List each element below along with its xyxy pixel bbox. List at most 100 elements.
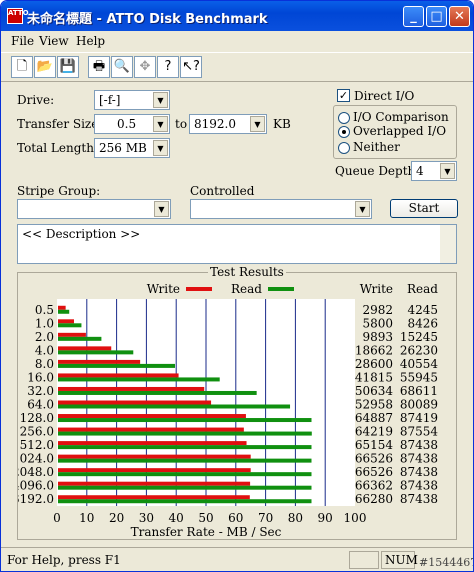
read-value: 4245 bbox=[407, 303, 438, 317]
x-tick-label: 90 bbox=[318, 511, 333, 525]
read-bar bbox=[58, 458, 312, 463]
chevron-down-icon[interactable]: ▼ bbox=[153, 92, 168, 108]
stripe-group-label: Stripe Group: bbox=[17, 184, 101, 198]
read-bar bbox=[58, 390, 257, 395]
x-tick-label: 0 bbox=[53, 511, 61, 525]
read-value: 87438 bbox=[400, 452, 438, 466]
move-icon[interactable]: ✥ bbox=[134, 56, 156, 78]
maximize-button[interactable]: □ bbox=[426, 6, 447, 27]
print-preview-icon[interactable]: 🔍 bbox=[111, 56, 133, 78]
total-length-label: Total Length: bbox=[17, 141, 98, 155]
write-bar bbox=[58, 427, 244, 432]
transfer-to-select[interactable]: 8192.0 ▼ bbox=[189, 114, 267, 134]
read-value: 87419 bbox=[400, 411, 438, 425]
watermark-text: #1544467 bbox=[419, 556, 474, 569]
read-bar bbox=[58, 309, 70, 314]
neither-radio[interactable] bbox=[338, 142, 350, 154]
test-results-panel: Test Results 0 10 20 30 40 50 60 70 80 90 100 Trans… bbox=[17, 265, 457, 540]
x-tick-label: 100 bbox=[344, 511, 367, 525]
write-bar bbox=[58, 495, 250, 500]
write-bar bbox=[58, 305, 66, 310]
chevron-down-icon[interactable]: ▼ bbox=[153, 140, 168, 156]
y-category-label: 2048.0 bbox=[18, 465, 54, 479]
num-indicator: NUM bbox=[385, 553, 418, 567]
direct-io-checkbox[interactable]: ✓ bbox=[337, 89, 350, 102]
menu-file[interactable]: File bbox=[11, 34, 34, 48]
write-value: 50634 bbox=[355, 384, 394, 398]
overlapped-io-radio[interactable] bbox=[338, 126, 350, 138]
legend-read-swatch bbox=[268, 287, 294, 291]
overlapped-io-label: Overlapped I/O bbox=[353, 124, 447, 138]
io-comparison-radio[interactable] bbox=[338, 112, 350, 124]
write-bar bbox=[58, 414, 246, 419]
open-folder-icon[interactable]: 📂 bbox=[34, 56, 56, 78]
description-field[interactable]: << Description >> bbox=[17, 224, 457, 264]
read-value: 80089 bbox=[400, 398, 438, 412]
chevron-down-icon[interactable]: ▼ bbox=[250, 116, 265, 132]
new-document-icon[interactable]: 🗋 bbox=[11, 56, 33, 78]
title-bar[interactable]: ATTO 未命名標題 - ATTO Disk Benchmark _ □ ✕ bbox=[1, 1, 473, 31]
app-icon: ATTO bbox=[7, 8, 29, 24]
read-column-header: Read bbox=[407, 282, 438, 296]
print-icon[interactable]: 🖶 bbox=[88, 56, 110, 78]
app-window: ATTO 未命名標題 - ATTO Disk Benchmark _ □ ✕ F… bbox=[0, 0, 474, 572]
write-value: 5800 bbox=[362, 316, 393, 330]
write-value: 66526 bbox=[355, 465, 393, 479]
chevron-down-icon[interactable]: ▼ bbox=[355, 201, 370, 217]
drive-select[interactable]: [-f-] ▼ bbox=[94, 90, 170, 110]
x-tick-label: 40 bbox=[169, 511, 184, 525]
write-bar bbox=[58, 373, 179, 378]
read-bar bbox=[58, 363, 176, 368]
read-value: 87438 bbox=[400, 465, 438, 479]
help-icon[interactable]: ? bbox=[157, 56, 179, 78]
write-value: 18662 bbox=[355, 343, 393, 357]
read-bar bbox=[58, 377, 220, 382]
status-num-pane: NUM bbox=[381, 551, 418, 569]
results-chart: 0 10 20 30 40 50 60 70 80 90 100 Transfer Rate - MB… bbox=[18, 282, 438, 539]
drive-label: Drive: bbox=[17, 93, 55, 107]
write-bar bbox=[58, 386, 205, 391]
save-icon[interactable]: 💾 bbox=[57, 56, 79, 78]
write-bar bbox=[58, 332, 86, 337]
x-tick-label: 60 bbox=[228, 511, 243, 525]
x-tick-label: 20 bbox=[109, 511, 124, 525]
write-value: 2982 bbox=[362, 303, 393, 317]
read-bar bbox=[58, 431, 312, 436]
close-button[interactable]: ✕ bbox=[449, 6, 470, 27]
read-value: 15245 bbox=[400, 330, 438, 344]
description-scrollbar[interactable] bbox=[440, 225, 456, 263]
write-bar bbox=[58, 359, 141, 364]
toolbar: 🗋 📂 💾 🖶 🔍 ✥ ? ↖? bbox=[1, 52, 473, 82]
minimize-button[interactable]: _ bbox=[403, 6, 424, 27]
read-bar bbox=[58, 499, 312, 504]
status-bar: For Help, press F1 NUM #1544467 bbox=[1, 547, 473, 571]
menu-help[interactable]: Help bbox=[76, 34, 105, 48]
x-tick-label: 50 bbox=[198, 511, 213, 525]
write-bar bbox=[58, 468, 251, 473]
y-category-label: 16.0 bbox=[27, 370, 54, 384]
controlled-select[interactable]: ▼ bbox=[190, 199, 372, 219]
menu-view[interactable]: View bbox=[39, 34, 69, 48]
y-category-label: 2.0 bbox=[35, 330, 54, 344]
write-value: 9893 bbox=[362, 330, 393, 344]
context-help-icon[interactable]: ↖? bbox=[180, 56, 202, 78]
read-value: 8426 bbox=[407, 316, 438, 330]
read-bar bbox=[58, 404, 291, 409]
write-value: 64887 bbox=[355, 411, 393, 425]
read-value: 87438 bbox=[400, 438, 438, 452]
transfer-size-label: Transfer Size: bbox=[17, 117, 103, 131]
stripe-group-select[interactable]: ▼ bbox=[17, 199, 171, 219]
x-tick-label: 70 bbox=[258, 511, 273, 525]
status-help-text: For Help, press F1 bbox=[7, 553, 121, 567]
window-title: 未命名標題 - ATTO Disk Benchmark bbox=[27, 12, 268, 27]
chevron-down-icon[interactable]: ▼ bbox=[153, 116, 168, 132]
queue-depth-select[interactable]: 4 ▼ bbox=[411, 161, 457, 181]
start-button[interactable]: Start bbox=[390, 199, 458, 218]
y-category-label: 0.5 bbox=[35, 303, 54, 317]
transfer-from-select[interactable]: 0.5 ▼ bbox=[94, 114, 170, 134]
y-category-label: 32.0 bbox=[27, 384, 54, 398]
total-length-select[interactable]: 256 MB ▼ bbox=[94, 138, 170, 158]
chevron-down-icon[interactable]: ▼ bbox=[154, 201, 169, 217]
y-category-label: 512.0 bbox=[20, 438, 54, 452]
chevron-down-icon[interactable]: ▼ bbox=[440, 163, 455, 179]
